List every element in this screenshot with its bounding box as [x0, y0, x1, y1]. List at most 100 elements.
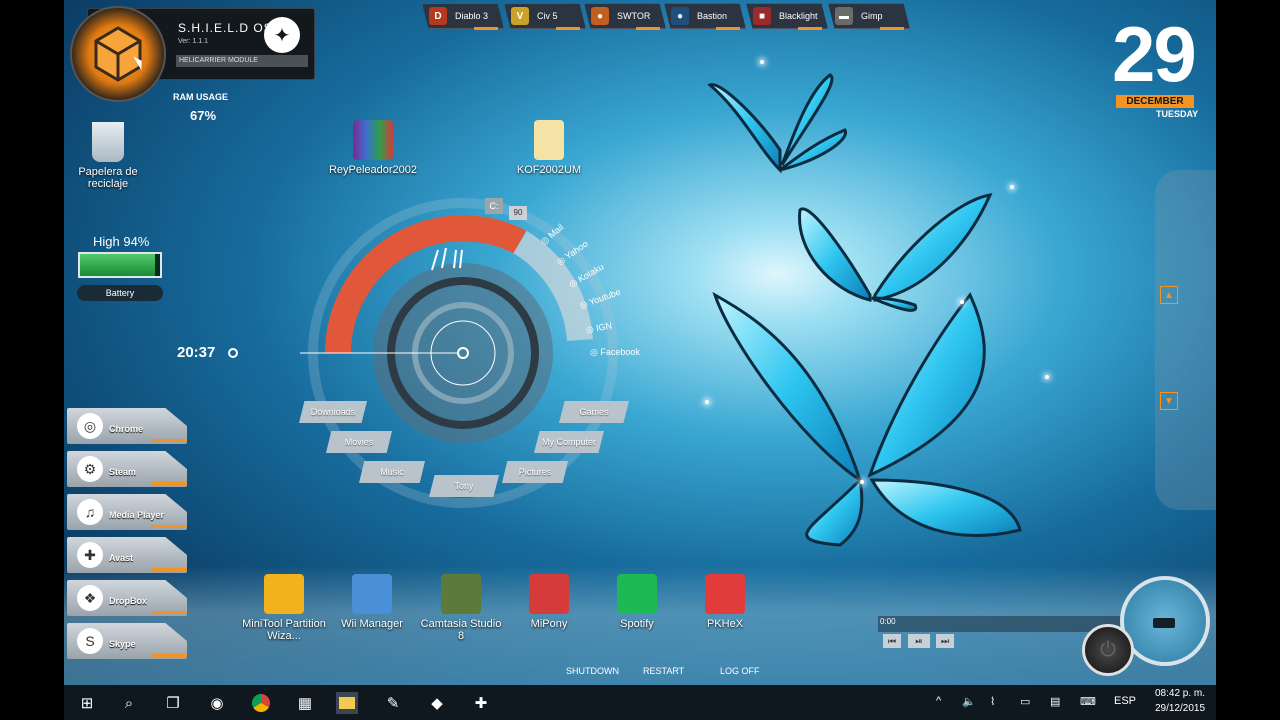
recorder-taskbar-icon[interactable]: ✚ — [470, 692, 492, 714]
accent-bar — [151, 439, 187, 442]
top-app-diablo-3[interactable]: D Diablo 3 — [422, 3, 504, 29]
desktop-icon-label: MiniTool Partition Wiza... — [242, 618, 326, 642]
dock-avast[interactable]: ✚ Avast — [67, 537, 187, 573]
top-app-gimp[interactable]: ▬ Gimp — [828, 3, 910, 29]
dock-label: Steam — [109, 467, 137, 477]
dock-label: DropBox — [109, 596, 147, 606]
desktop-icon-reypeleador[interactable]: ReyPeleador2002 — [328, 120, 418, 176]
desktop-icon-label: Spotify — [620, 618, 654, 630]
hud-link-facebook[interactable]: ◎ Facebook — [590, 347, 640, 358]
shield-title: S.H.I.E.L.D OS — [178, 21, 273, 35]
accent-bar — [151, 568, 187, 571]
desktop-icon-label: KOF2002UM — [516, 164, 582, 176]
sparkle — [1010, 185, 1014, 189]
accent-bar — [151, 654, 187, 657]
store-taskbar-icon[interactable]: ▦ — [294, 692, 316, 714]
show-hidden-icons[interactable]: ^ — [936, 695, 941, 707]
app-taskbar-icon[interactable]: ✎ — [382, 692, 404, 714]
hud-folder-my-computer[interactable]: My Computer — [534, 431, 604, 453]
desktop-icon-1[interactable]: MiniTool Partition Wiza... — [239, 574, 329, 642]
restart-button[interactable]: RESTART — [643, 666, 684, 676]
top-app-bastion[interactable]: ● Bastion — [664, 3, 746, 29]
hud-folder-games[interactable]: Games — [559, 401, 629, 423]
desktop-icon-6[interactable]: PKHeX — [680, 574, 770, 630]
top-app-civ-5[interactable]: V Civ 5 — [504, 3, 586, 29]
app-icon: ● — [591, 7, 609, 25]
explorer-taskbar-icon[interactable] — [336, 692, 358, 714]
top-app-blacklight[interactable]: ■ Blacklight — [746, 3, 828, 29]
side-rail — [1155, 170, 1216, 510]
power-knob[interactable]: ⏻ — [1082, 624, 1134, 676]
search-icon[interactable]: ⌕ — [118, 692, 140, 714]
keyboard-icon[interactable]: ⌨ — [1080, 695, 1096, 708]
desktop-icon-recycle-bin[interactable]: Papelera de reciclaje — [63, 122, 153, 190]
media-next-icon[interactable]: ⏭ — [936, 634, 954, 648]
rail-down-icon[interactable]: ▼ — [1160, 392, 1178, 410]
battery-tray-icon[interactable]: ▭ — [1020, 695, 1030, 708]
desktop-icon-4[interactable]: MiPony — [504, 574, 594, 630]
dock-label: Avast — [109, 553, 134, 563]
hud-folder-music[interactable]: Music — [359, 461, 425, 483]
sparkle — [960, 300, 964, 304]
shield-module: HELICARRIER MODULE — [176, 55, 308, 67]
dock-media-player[interactable]: ♫ Media Player — [67, 494, 187, 530]
app-icon: ■ — [753, 7, 771, 25]
dock-chrome[interactable]: ◎ Chrome — [67, 408, 187, 444]
media-play-icon[interactable]: ⏯ — [908, 634, 930, 648]
windows-start-icon[interactable]: ⊞ — [76, 692, 98, 714]
notification-icon[interactable]: ▤ — [1050, 695, 1060, 708]
chrome-taskbar-icon[interactable] — [250, 692, 272, 714]
shield-logo[interactable] — [70, 6, 166, 102]
ram-usage-value: 67% — [190, 108, 217, 123]
media-prev-icon[interactable]: ⏮ — [883, 634, 901, 648]
hud-drive-label[interactable]: C: — [485, 198, 503, 214]
desktop-icon-label: ReyPeleador2002 — [328, 164, 418, 176]
logoff-button[interactable]: LOG OFF — [720, 666, 760, 676]
butterfly-bottom — [712, 291, 1022, 547]
top-app-swtor[interactable]: ● SWTOR — [584, 3, 666, 29]
desktop-icon-label: MiPony — [530, 618, 568, 630]
shield-version: Ver: 1.1.1 — [178, 38, 208, 45]
sparkle — [760, 60, 764, 64]
accent-bar — [151, 482, 187, 485]
dock-steam[interactable]: ⚙ Steam — [67, 451, 187, 487]
dock-label: Chrome — [109, 424, 144, 434]
hud-folder-tony[interactable]: Tony — [429, 475, 499, 497]
folder-icon — [534, 120, 564, 160]
rail-up-icon[interactable]: ▲ — [1160, 286, 1178, 304]
shutdown-button[interactable]: SHUTDOWN — [566, 666, 619, 676]
app-icon: D — [429, 7, 447, 25]
desktop-icon-2[interactable]: Wii Manager — [327, 574, 417, 630]
recycle-bin-icon — [92, 122, 124, 162]
dock-skype[interactable]: S Skype — [67, 623, 187, 659]
desktop-icon-5[interactable]: Spotify — [592, 574, 682, 630]
desktop-icon-label: PKHeX — [706, 618, 744, 630]
desktop-icon-kof[interactable]: KOF2002UM — [504, 120, 594, 176]
dock-label: Media Player — [109, 510, 165, 520]
app-shortcut-icon — [529, 574, 569, 614]
task-view-icon[interactable]: ❐ — [162, 692, 184, 714]
screen: S.H.I.E.L.D OS Ver: 1.1.1 HELICARRIER MO… — [0, 0, 1280, 720]
shield-hex-icon — [94, 26, 142, 82]
accent-line — [880, 27, 904, 30]
camtasia-taskbar-icon[interactable]: ◆ — [426, 692, 448, 714]
hud-folder-movies[interactable]: Movies — [326, 431, 392, 453]
battery-label: High 94% — [93, 234, 150, 249]
language-indicator[interactable]: ESP — [1114, 695, 1136, 707]
taskbar-clock-time[interactable]: 08:42 p. m. — [1150, 688, 1210, 699]
network-icon[interactable]: ⌇ — [990, 695, 995, 708]
hud-folder-pictures[interactable]: Pictures — [502, 461, 568, 483]
hud-slider-knob[interactable] — [228, 348, 238, 358]
taskbar-clock-date[interactable]: 29/12/2015 — [1150, 703, 1210, 714]
hud-folder-downloads[interactable]: Downloads — [299, 401, 367, 423]
desktop-icon-label: Papelera de reciclaje — [78, 166, 138, 190]
accent-line — [556, 27, 580, 30]
volume-icon[interactable]: 🔈 — [962, 695, 976, 708]
dock-dropbox[interactable]: ❖ DropBox — [67, 580, 187, 616]
battery-meter — [78, 252, 162, 278]
desktop-icon-3[interactable]: Camtasia Studio 8 — [416, 574, 506, 642]
hud-drive-value: 90 — [509, 206, 527, 220]
top-app-label: Civ 5 — [537, 11, 558, 21]
accent-line — [636, 27, 660, 30]
steam-taskbar-icon[interactable]: ◉ — [206, 692, 228, 714]
